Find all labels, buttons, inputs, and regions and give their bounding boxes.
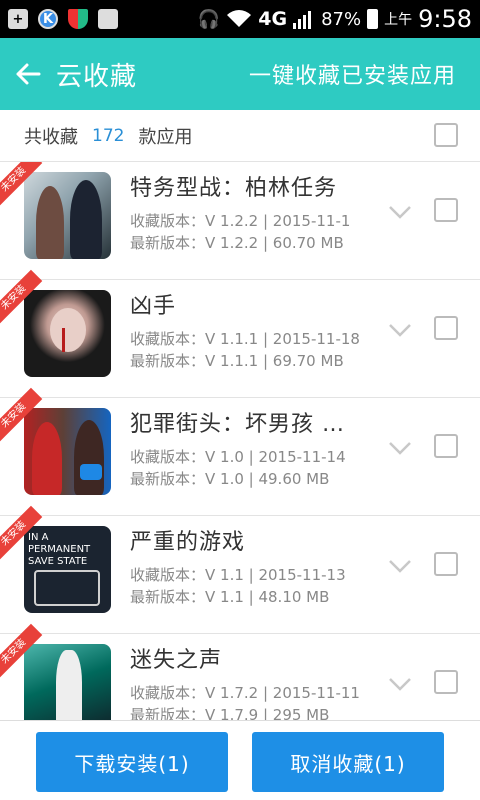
collected-version: 收藏版本：V 1.2.2 | 2015-11-1 — [130, 212, 351, 230]
clock: 9:58 — [418, 5, 472, 33]
app-name: 犯罪街头：坏男孩 … — [130, 412, 345, 437]
chevron-down-icon[interactable] — [388, 676, 412, 692]
collected-version: 收藏版本：V 1.1.1 | 2015-11-18 — [130, 330, 360, 348]
cancel-collection-button[interactable]: 取消收藏(1) — [252, 732, 444, 792]
wifi-icon — [227, 10, 252, 27]
item-checkbox[interactable] — [434, 198, 458, 222]
chevron-down-icon[interactable] — [388, 204, 412, 220]
app-name: 特务型战：柏林任务 — [130, 176, 338, 201]
app-icon — [24, 408, 111, 495]
list-item[interactable]: 未安装 IN A PERMANENT SAVE STATE 严重的游戏 收藏版本… — [0, 505, 480, 634]
battery-percent: 87% — [321, 8, 362, 30]
chevron-down-icon[interactable] — [388, 558, 412, 574]
chevron-down-icon[interactable] — [388, 322, 412, 338]
item-checkbox[interactable] — [434, 552, 458, 576]
k-app-icon: K — [38, 9, 58, 29]
battery-icon — [367, 9, 379, 29]
summary-suffix: 款应用 — [138, 126, 193, 148]
item-checkbox[interactable] — [434, 316, 458, 340]
collected-version: 收藏版本：V 1.1 | 2015-11-13 — [130, 566, 346, 584]
page-title: 云收藏 — [56, 61, 138, 92]
list-item[interactable]: 未安装 迷失之声 收藏版本：V 1.7.2 | 2015-11-11 最新版本：… — [0, 623, 480, 720]
list-item[interactable]: 未安装 犯罪街头：坏男孩 … 收藏版本：V 1.0 | 2015-11-14 最… — [0, 387, 480, 516]
bottom-action-bar: 下载安装(1) 取消收藏(1) — [0, 720, 480, 800]
app-icon — [24, 172, 111, 259]
app-icon: IN A PERMANENT SAVE STATE — [24, 526, 111, 613]
status-bar: + K 🎧 4G 87% 上午 9:58 — [0, 0, 480, 38]
plus-icon: + — [8, 9, 28, 29]
image-icon — [98, 9, 118, 29]
collection-summary: 共收藏 172 款应用 — [0, 110, 480, 162]
summary-prefix: 共收藏 — [24, 126, 78, 148]
ampm-label: 上午 — [384, 12, 413, 28]
notification-icons: + K — [8, 9, 118, 29]
headphones-icon: 🎧 — [197, 8, 221, 30]
app-header: 云收藏 一键收藏已安装应用 — [0, 38, 480, 110]
latest-version: 最新版本：V 1.0 | 49.60 MB — [130, 470, 330, 488]
app-icon — [24, 290, 111, 377]
latest-version: 最新版本：V 1.7.9 | 295 MB — [130, 706, 330, 720]
collect-installed-button[interactable]: 一键收藏已安装应用 — [249, 58, 456, 90]
app-name: 凶手 — [130, 294, 177, 319]
collection-count: 172 — [92, 125, 125, 146]
latest-version: 最新版本：V 1.2.2 | 60.70 MB — [130, 234, 344, 252]
latest-version: 最新版本：V 1.1 | 48.10 MB — [130, 588, 330, 606]
list-item[interactable]: 未安装 特务型战：柏林任务 收藏版本：V 1.2.2 | 2015-11-1 最… — [0, 162, 480, 280]
item-checkbox[interactable] — [434, 670, 458, 694]
collected-version: 收藏版本：V 1.0 | 2015-11-14 — [130, 448, 346, 466]
signal-icon — [293, 11, 312, 29]
app-icon — [24, 644, 111, 720]
list-item[interactable]: 未安装 凶手 收藏版本：V 1.1.1 | 2015-11-18 最新版本：V … — [0, 269, 480, 398]
latest-version: 最新版本：V 1.1.1 | 69.70 MB — [130, 352, 344, 370]
network-type: 4G — [258, 8, 288, 30]
app-icon-text: IN A PERMANENT SAVE STATE — [28, 532, 91, 567]
app-name: 迷失之声 — [130, 648, 223, 673]
select-all-checkbox[interactable] — [434, 123, 458, 147]
item-checkbox[interactable] — [434, 434, 458, 458]
back-arrow-icon[interactable] — [0, 38, 56, 110]
collected-version: 收藏版本：V 1.7.2 | 2015-11-11 — [130, 684, 360, 702]
app-name: 严重的游戏 — [130, 530, 246, 555]
download-install-button[interactable]: 下载安装(1) — [36, 732, 228, 792]
app-list: 未安装 特务型战：柏林任务 收藏版本：V 1.2.2 | 2015-11-1 最… — [0, 162, 480, 720]
shield-icon — [68, 9, 88, 29]
chevron-down-icon[interactable] — [388, 440, 412, 456]
system-icons: 🎧 4G 87% 上午 9:58 — [198, 5, 472, 33]
